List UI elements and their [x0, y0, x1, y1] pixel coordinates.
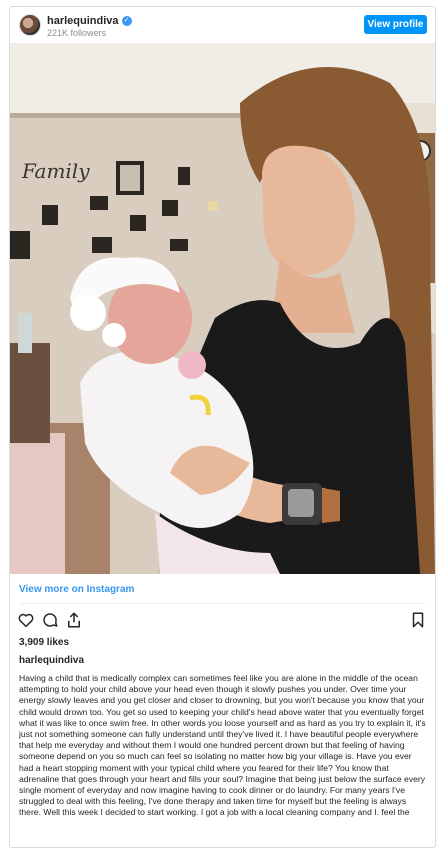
follower-count: 221K followers — [47, 28, 107, 38]
comment-icon[interactable] — [41, 611, 59, 629]
view-profile-button[interactable]: View profile — [364, 15, 427, 34]
caption-text: Having a child that is medically complex… — [19, 673, 426, 818]
verified-badge-icon: ✓ — [121, 16, 132, 26]
like-count[interactable]: 3,909 likes — [19, 637, 69, 648]
action-bar — [17, 611, 427, 631]
bookmark-icon[interactable] — [409, 611, 427, 629]
post-photo[interactable]: Family — [10, 43, 435, 574]
instagram-embed-card: harlequindiva ✓ 221K followers View prof… — [9, 6, 436, 848]
heart-icon[interactable] — [17, 611, 35, 629]
wall-family-sign: Family — [21, 159, 90, 183]
divider — [19, 603, 426, 604]
caption-username[interactable]: harlequindiva — [19, 655, 84, 666]
avatar[interactable] — [19, 14, 41, 36]
username[interactable]: harlequindiva — [47, 15, 119, 27]
share-icon[interactable] — [65, 611, 83, 629]
username-row: harlequindiva ✓ — [47, 15, 132, 27]
post-header: harlequindiva ✓ 221K followers View prof… — [10, 7, 435, 43]
view-more-link[interactable]: View more on Instagram — [19, 584, 134, 595]
